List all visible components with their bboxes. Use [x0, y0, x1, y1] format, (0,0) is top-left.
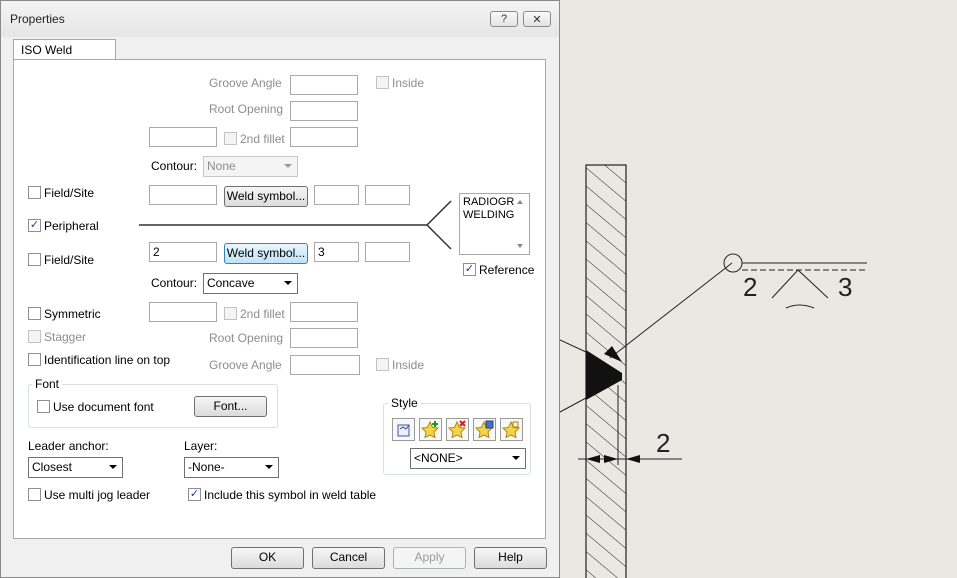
chevron-down-icon [512, 456, 520, 460]
second-fillet-checkbox[interactable] [224, 132, 237, 145]
inside-label: Inside [392, 76, 425, 90]
use-document-font-label: Use document font [53, 400, 154, 414]
field-site-label-1: Field/Site [44, 186, 95, 200]
peripheral-checkbox[interactable]: ✓ [28, 219, 41, 232]
root-opening-input[interactable] [290, 101, 358, 121]
root-opening-label-2: Root Opening [209, 331, 284, 345]
id-line-checkbox[interactable] [28, 353, 41, 366]
weld-size-number: 2 [743, 272, 757, 302]
id-line-label: Identification line on top [44, 353, 171, 367]
include-table-label: Include this symbol in weld table [204, 488, 377, 502]
chevron-down-icon [109, 465, 117, 469]
properties-dialog: Properties ? ✕ ISO Weld Symbol Groove An… [0, 0, 560, 578]
leader-anchor-label: Leader anchor: [28, 439, 109, 453]
contour-label-2: Contour: [151, 276, 198, 290]
root-opening-label: Root Opening [209, 102, 284, 116]
leader-line [609, 262, 733, 359]
weld-length-number: 3 [838, 272, 852, 302]
font-button[interactable]: Font... [194, 396, 267, 417]
delete-style-icon[interactable] [446, 418, 469, 441]
use-document-font-checkbox[interactable] [37, 400, 50, 413]
help-button[interactable]: Help [474, 547, 547, 569]
groove-angle-input[interactable] [290, 75, 358, 95]
contour-value-2: Concave [207, 276, 255, 290]
field-site-label-2: Field/Site [44, 253, 95, 267]
second-fillet-checkbox-2[interactable] [224, 307, 237, 320]
style-group-label: Style [388, 396, 421, 410]
layer-value: -None- [188, 460, 225, 474]
tab-iso-weld-symbol[interactable]: ISO Weld Symbol [13, 39, 116, 71]
ok-button[interactable]: OK [231, 547, 304, 569]
save-style-icon[interactable] [473, 418, 496, 441]
chevron-down-icon [284, 164, 292, 168]
help-title-button[interactable]: ? [490, 11, 518, 27]
include-table-checkbox[interactable]: ✓ [188, 488, 201, 501]
top-size-input[interactable] [149, 127, 217, 147]
stagger-label: Stagger [44, 330, 87, 344]
style-select-value: <NONE> [414, 451, 463, 465]
top-fillet-input[interactable] [290, 127, 358, 147]
leader-anchor-select[interactable]: Closest [28, 457, 123, 478]
layer-select[interactable]: -None- [184, 457, 279, 478]
window-title: Properties [10, 12, 65, 26]
weld-symbol-button-2[interactable]: Weld symbol... [224, 243, 308, 264]
close-icon[interactable]: ✕ [523, 11, 551, 27]
symmetric-label: Symmetric [44, 307, 101, 321]
other-size-input[interactable]: 2 [149, 242, 217, 262]
field-site-checkbox-2[interactable] [28, 253, 41, 266]
reference-checkbox[interactable]: ✓ [463, 263, 476, 276]
root-opening-input-2[interactable] [290, 328, 358, 348]
field-site-checkbox-1[interactable] [28, 186, 41, 199]
drawing-canvas[interactable]: 2 3 2 [560, 0, 957, 578]
other-pitch-input[interactable] [365, 242, 410, 262]
leader-anchor-value: Closest [32, 460, 73, 474]
peripheral-label: Peripheral [44, 219, 99, 233]
load-style-icon[interactable] [500, 418, 523, 441]
notes-scroll-arrows[interactable] [516, 199, 524, 249]
second-fillet-label-2: 2nd fillet [240, 307, 285, 321]
reference-label: Reference [479, 263, 535, 277]
layer-label: Layer: [184, 439, 218, 453]
field-weld-circle [723, 253, 743, 273]
inside-checkbox-2[interactable] [376, 358, 389, 371]
dimension-text: 2 [656, 428, 670, 458]
title-bar [1, 1, 559, 37]
contour-select-bottom[interactable]: Concave [203, 273, 298, 294]
contour-select-top[interactable]: None [203, 156, 298, 177]
inside-label-2: Inside [392, 358, 425, 372]
inside-checkbox[interactable] [376, 76, 389, 89]
contour-value: None [207, 159, 236, 173]
symmetric-fillet-input[interactable] [290, 302, 358, 322]
add-style-icon[interactable] [419, 418, 442, 441]
stagger-checkbox[interactable] [28, 330, 41, 343]
multi-jog-label: Use multi jog leader [44, 488, 151, 502]
chevron-down-icon [265, 465, 273, 469]
chevron-down-icon [284, 281, 292, 285]
groove-angle-input-2[interactable] [290, 355, 360, 375]
symmetric-checkbox[interactable] [28, 307, 41, 320]
style-select[interactable]: <NONE> [410, 448, 526, 469]
multi-jog-checkbox[interactable] [28, 488, 41, 501]
contour-label: Contour: [151, 159, 198, 173]
groove-angle-label-2: Groove Angle [209, 358, 282, 372]
apply-button[interactable]: Apply [393, 547, 466, 569]
cancel-button[interactable]: Cancel [312, 547, 385, 569]
second-fillet-label: 2nd fillet [240, 132, 285, 146]
apply-style-icon[interactable] [392, 418, 415, 441]
other-length-input[interactable]: 3 [314, 242, 359, 262]
groove-angle-label: Groove Angle [209, 76, 282, 90]
font-group-label: Font [32, 377, 63, 391]
symmetric-size-input[interactable] [149, 302, 217, 322]
